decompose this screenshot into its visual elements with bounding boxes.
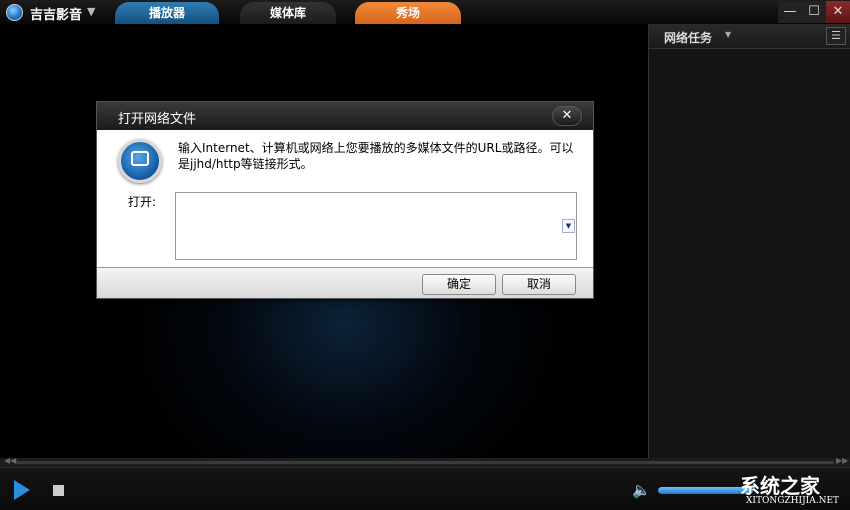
close-button[interactable]: ✕: [826, 1, 850, 23]
seek-track[interactable]: [16, 461, 834, 464]
maximize-button[interactable]: ☐: [802, 1, 826, 23]
open-url-dialog: 打开网络文件 ✕ 输入Internet、计算机或网络上您要播放的多媒体文件的UR…: [96, 101, 594, 299]
control-bar: 🔈 系统之家 XITONGZHIJIA.NET: [0, 467, 850, 510]
list-menu-icon[interactable]: ☰: [826, 27, 846, 45]
app-logo-icon[interactable]: [6, 4, 23, 21]
dialog-message: 输入Internet、计算机或网络上您要播放的多媒体文件的URL或路径。可以是j…: [178, 141, 574, 171]
watermark-url: XITONGZHIJIA.NET: [746, 496, 840, 506]
watermark-title: 系统之家: [740, 474, 820, 498]
seek-bar[interactable]: ◀◀ ▶▶: [0, 456, 850, 467]
title-bar: 吉吉影音 ▼ 播放器 媒体库 秀场 — ☐ ✕: [0, 0, 850, 24]
tab-player[interactable]: 播放器: [115, 2, 219, 24]
dialog-title-bar[interactable]: 打开网络文件 ✕: [97, 102, 593, 130]
stop-button[interactable]: [53, 485, 64, 496]
dialog-footer: 确定 取消: [97, 267, 593, 298]
play-button[interactable]: [14, 480, 30, 500]
tab-media-library[interactable]: 媒体库: [240, 2, 336, 24]
app-menu-chevron-down-icon[interactable]: ▼: [87, 5, 95, 18]
url-input[interactable]: ▼: [175, 192, 577, 260]
tab-showcase[interactable]: 秀场: [355, 2, 461, 24]
app-name[interactable]: 吉吉影音: [30, 4, 82, 23]
dialog-close-button[interactable]: ✕: [552, 106, 582, 126]
minimize-button[interactable]: —: [778, 1, 802, 23]
panel-header: 网络任务 ▼ ☰: [649, 24, 850, 49]
chevron-down-icon[interactable]: ▼: [725, 30, 731, 39]
open-label: 打开:: [128, 195, 157, 209]
tv-icon: [118, 139, 162, 183]
volume-slider[interactable]: [658, 487, 754, 494]
volume-icon[interactable]: 🔈: [632, 481, 651, 499]
forward-icon[interactable]: ▶▶: [836, 456, 848, 465]
dropdown-chevron-icon[interactable]: ▼: [562, 219, 575, 233]
cancel-button[interactable]: 取消: [502, 274, 576, 295]
network-tasks-panel: 网络任务 ▼ ☰: [648, 24, 850, 458]
panel-title[interactable]: 网络任务: [664, 29, 712, 46]
ok-button[interactable]: 确定: [422, 274, 496, 295]
dialog-title: 打开网络文件: [118, 112, 197, 127]
rewind-icon[interactable]: ◀◀: [4, 456, 16, 465]
